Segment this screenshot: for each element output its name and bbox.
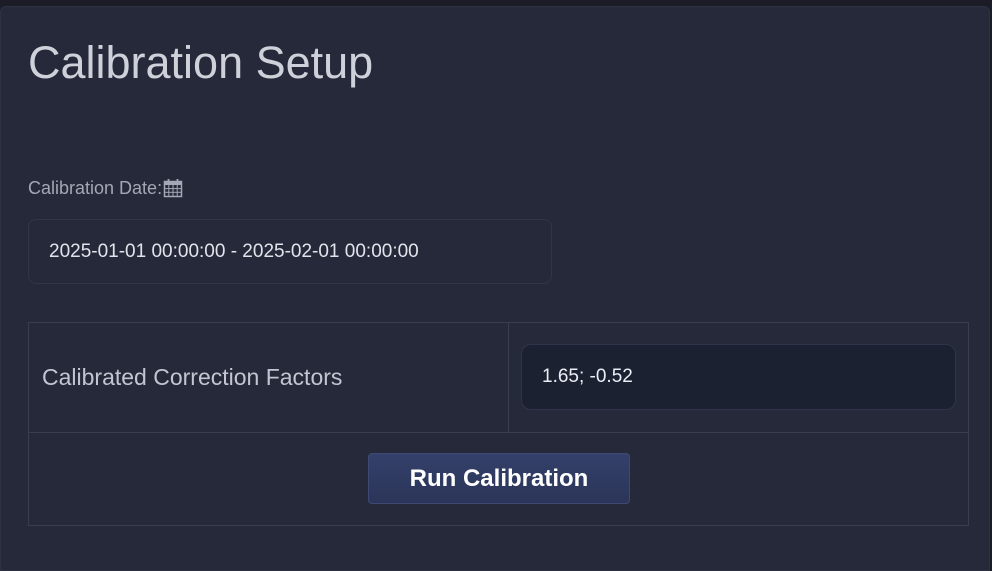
correction-factors-field[interactable]: [521, 344, 956, 410]
run-calibration-button[interactable]: Run Calibration: [368, 453, 630, 504]
page-title: Calibration Setup: [28, 37, 374, 88]
calibration-panel: Calibration Setup Calibration Date: Cali…: [0, 6, 990, 571]
calibration-date-range-input[interactable]: [28, 219, 552, 284]
calibration-date-label: Calibration Date:: [28, 177, 163, 198]
correction-factors-label: Calibrated Correction Factors: [29, 323, 509, 432]
calibration-date-label-row: Calibration Date:: [28, 177, 183, 199]
calendar-icon: [163, 178, 183, 198]
factors-row: Calibrated Correction Factors: [29, 323, 968, 433]
factors-table: Calibrated Correction Factors Run Calibr…: [28, 322, 969, 526]
